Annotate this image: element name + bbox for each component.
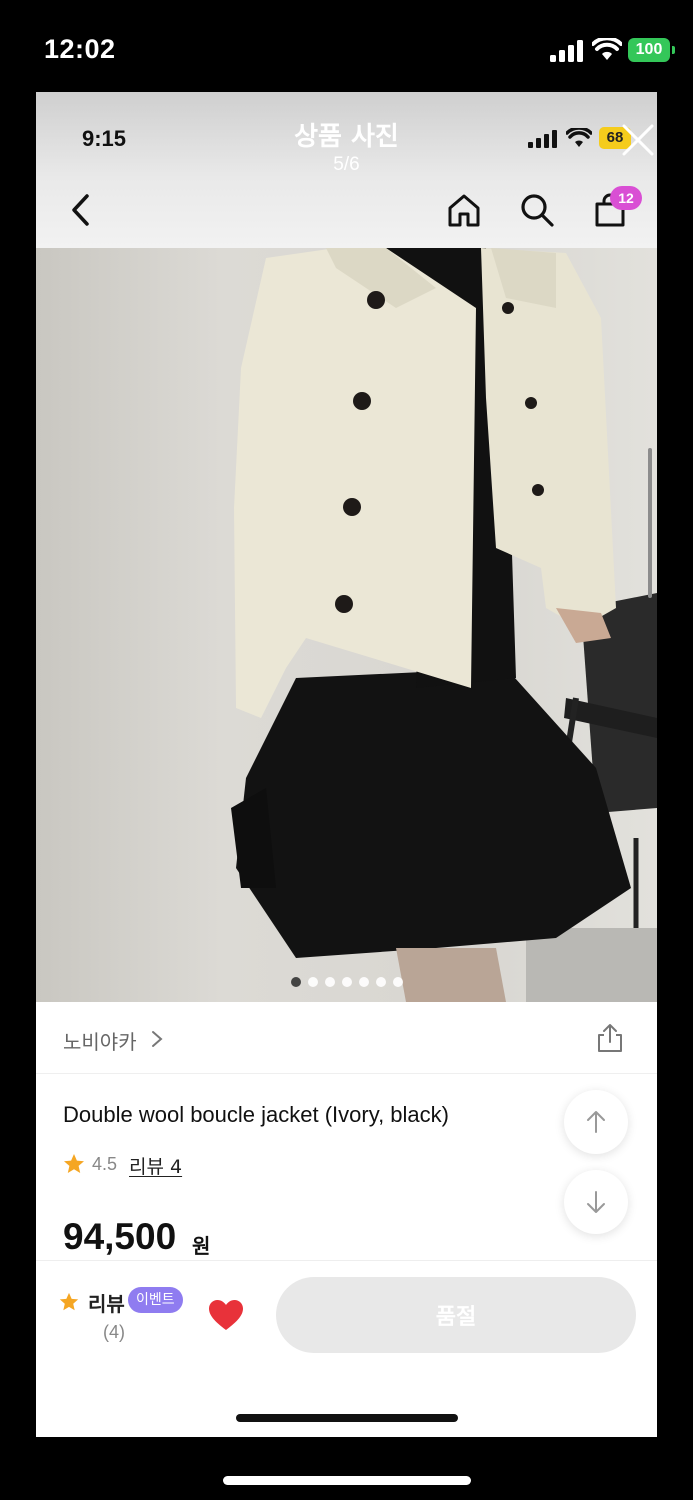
bottom-review-count: (4) — [103, 1322, 125, 1342]
carousel-dot[interactable] — [392, 977, 403, 987]
carousel-dot[interactable] — [290, 977, 301, 987]
arrow-up-icon — [587, 1111, 605, 1133]
wifi-icon — [566, 128, 592, 147]
search-icon[interactable] — [519, 192, 555, 228]
product-photo-image — [231, 248, 657, 1002]
product-photo[interactable] — [36, 248, 657, 1002]
soldout-button[interactable]: 품절 — [276, 1277, 636, 1353]
star-icon — [59, 1292, 79, 1311]
scroll-down-button[interactable] — [564, 1170, 628, 1234]
outer-status-bar: 12:02 100 — [0, 0, 693, 92]
back-icon[interactable] — [66, 192, 96, 228]
home-indicator[interactable] — [223, 1476, 471, 1485]
arrow-down-icon — [587, 1191, 605, 1213]
event-badge: 이벤트 — [128, 1287, 183, 1313]
close-icon[interactable] — [620, 122, 656, 158]
cellular-signal-icon — [528, 130, 557, 148]
inner-home-indicator — [236, 1414, 458, 1422]
photo-counter: 5/6 — [333, 154, 360, 175]
photo-carousel-dots — [36, 974, 657, 990]
carousel-dot[interactable] — [358, 977, 369, 987]
scroll-up-button[interactable] — [564, 1090, 628, 1154]
star-icon — [64, 1154, 84, 1173]
cellular-signal-icon — [550, 40, 583, 62]
brand-name[interactable]: 노비야카 — [63, 1026, 137, 1055]
carousel-dot[interactable] — [307, 977, 318, 987]
outer-status-time: 12:02 — [44, 34, 116, 64]
rating-value: 4.5 — [92, 1154, 118, 1174]
review-link[interactable]: 리뷰 4 — [129, 1152, 182, 1179]
product-title: Double wool boucle jacket (Ivory, black) — [63, 1102, 449, 1127]
wifi-icon — [592, 38, 622, 60]
brand-row[interactable]: 노비야카 — [36, 1002, 657, 1074]
cart-count-badge: 12 — [610, 186, 642, 210]
product-photo-viewer: 9:15 상품 사진 5/6 68 12 노비야카 Double wool bo… — [36, 92, 657, 1437]
chevron-right-icon — [152, 1031, 163, 1047]
bottom-action-bar: 리뷰 이벤트 (4) 품절 — [36, 1260, 657, 1437]
bottom-review-label[interactable]: 리뷰 — [88, 1288, 125, 1317]
price-currency: 원 — [192, 1234, 211, 1258]
viewer-title: 상품 사진 — [294, 122, 399, 152]
vertical-scroll-indicator — [648, 448, 652, 598]
share-icon[interactable] — [594, 1022, 626, 1054]
home-icon[interactable] — [446, 192, 482, 228]
carousel-dot[interactable] — [324, 977, 335, 987]
product-price: 94,500 — [63, 1216, 177, 1257]
carousel-dot[interactable] — [341, 977, 352, 987]
battery-icon: 100 — [628, 38, 675, 62]
heart-icon[interactable] — [208, 1299, 244, 1331]
viewer-header: 9:15 상품 사진 5/6 68 12 — [36, 92, 657, 248]
carousel-dot[interactable] — [375, 977, 386, 987]
